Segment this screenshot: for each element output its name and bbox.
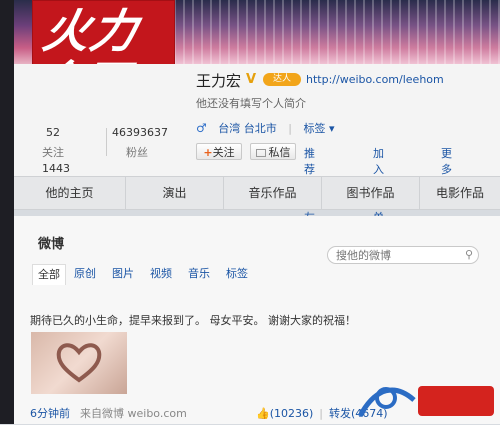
tab-movies[interactable]: 电影作品 <box>420 177 500 209</box>
post-source[interactable]: 来自微博 weibo.com <box>80 407 187 420</box>
profile-info-row: ♂ 台湾 台北市 | 标签 ▾ <box>196 120 343 136</box>
profile-tab-bar: 他的主页 演出 音乐作品 图书作品 电影作品 <box>14 176 500 210</box>
message-button[interactable]: 私信 <box>250 143 296 160</box>
feed-title: 微博 <box>38 237 65 252</box>
feed-search-input[interactable] <box>336 248 456 262</box>
filter-images[interactable]: 图片 <box>112 264 134 284</box>
feed-search-box[interactable]: ⚲ <box>327 246 479 264</box>
profile-stats: 52 46393637 关注 粉丝 1443 <box>34 126 174 176</box>
profile-bio: 他还没有填写个人简介 <box>196 97 306 110</box>
filter-tags[interactable]: 标签 <box>226 264 248 284</box>
filter-all[interactable]: 全部 <box>32 264 66 285</box>
divider: | <box>288 122 292 135</box>
like-button[interactable]: 👍(10236) <box>256 407 313 420</box>
location-link[interactable]: 台湾 台北市 <box>218 122 277 135</box>
tags-dropdown[interactable]: 标签 ▾ <box>303 122 334 135</box>
filter-videos[interactable]: 视频 <box>150 264 172 284</box>
watermark-logo-graphic <box>357 386 494 418</box>
tab-shows[interactable]: 演出 <box>126 177 224 209</box>
posts-count[interactable]: 1443 <box>42 162 70 175</box>
followers-label[interactable]: 粉丝 <box>126 144 148 160</box>
filter-original[interactable]: 原创 <box>74 264 96 284</box>
profile-name: 王力宏 <box>196 72 242 90</box>
search-icon[interactable]: ⚲ <box>465 248 473 261</box>
post-image-thumbnail[interactable] <box>31 332 127 394</box>
watermark-logo <box>356 378 496 422</box>
post-time-link[interactable]: 6分钟前 <box>30 407 70 420</box>
verified-icon[interactable]: V <box>246 72 256 87</box>
follow-button-label: 关注 <box>212 146 235 159</box>
male-icon: ♂ <box>196 121 207 135</box>
hands-heart-icon <box>56 343 102 383</box>
post-meta: 6分钟前 来自微博 weibo.com <box>30 405 187 421</box>
profile-url-link[interactable]: http://weibo.com/leehom <box>306 73 444 86</box>
follow-button[interactable]: +关注 <box>196 143 242 160</box>
tab-books[interactable]: 图书作品 <box>322 177 420 209</box>
following-label[interactable]: 关注 <box>42 144 64 160</box>
filter-music[interactable]: 音乐 <box>188 264 210 284</box>
post-text: 期待已久的小生命，提早来报到了。 母女平安。 谢谢大家的祝福！ <box>30 314 356 327</box>
following-count[interactable]: 52 <box>46 126 60 139</box>
plus-icon: + <box>203 146 213 159</box>
daren-badge-icon[interactable]: 达人 <box>263 73 301 86</box>
followers-count[interactable]: 46393637 <box>112 126 168 139</box>
tab-home[interactable]: 他的主页 <box>14 177 126 209</box>
message-button-label: 私信 <box>268 146 291 159</box>
divider <box>106 128 107 156</box>
tab-music[interactable]: 音乐作品 <box>224 177 322 209</box>
divider: | <box>319 407 323 420</box>
envelope-icon <box>255 149 266 157</box>
